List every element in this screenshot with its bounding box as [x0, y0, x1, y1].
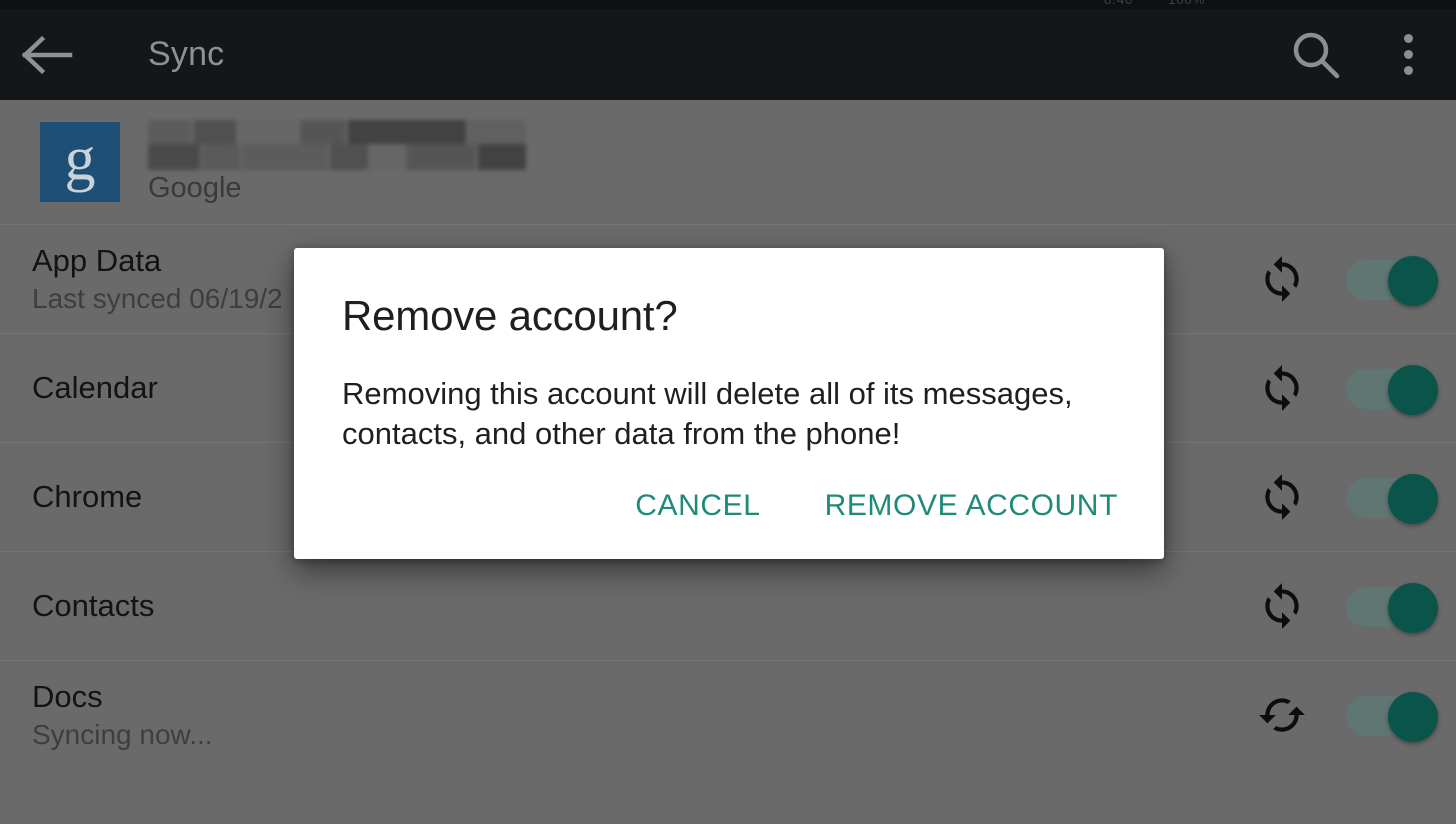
toggle-switch-on — [1346, 583, 1438, 633]
sync-toggle[interactable] — [1328, 256, 1456, 306]
sync-icon — [1265, 365, 1299, 411]
remove-account-button[interactable]: REMOVE ACCOUNT — [821, 483, 1122, 529]
sync-row-title: Docs — [32, 678, 103, 714]
account-provider-label: Google — [148, 171, 242, 204]
sync-now-button[interactable] — [1236, 690, 1328, 740]
page-title: Sync — [148, 35, 225, 73]
sync-now-button[interactable] — [1236, 472, 1328, 522]
dialog-actions: CANCEL REMOVE ACCOUNT — [294, 453, 1164, 559]
sync-icon — [1265, 583, 1299, 629]
more-vertical-icon — [1403, 34, 1413, 75]
toggle-switch-on — [1346, 256, 1438, 306]
cancel-button[interactable]: CANCEL — [631, 483, 764, 529]
sync-row-title: Contacts — [32, 587, 155, 623]
account-header[interactable]: g Google — [0, 100, 1456, 224]
sync-row-text: Contacts — [32, 587, 1236, 624]
account-text: Google — [148, 119, 526, 205]
search-button[interactable] — [1272, 9, 1360, 100]
dialog-message: Removing this account will delete all of… — [342, 376, 1073, 451]
toggle-switch-on — [1346, 474, 1438, 524]
status-bar-clock: 8:40 — [1104, 0, 1133, 7]
sync-icon — [1265, 474, 1299, 520]
toggle-thumb — [1388, 256, 1438, 306]
status-bar-battery: 100% — [1168, 0, 1205, 7]
remove-account-dialog: Remove account? Removing this account wi… — [294, 248, 1164, 560]
sync-now-button[interactable] — [1236, 254, 1328, 304]
toggle-switch-on — [1346, 365, 1438, 415]
arrow-left-icon — [22, 35, 73, 74]
overflow-menu-button[interactable] — [1360, 9, 1456, 100]
sync-now-button[interactable] — [1236, 363, 1328, 413]
sync-toggle[interactable] — [1328, 365, 1456, 415]
toggle-thumb — [1388, 583, 1438, 633]
sync-row[interactable]: Contacts — [0, 551, 1456, 660]
dialog-title: Remove account? — [342, 292, 678, 339]
sync-row[interactable]: Docs Syncing now... — [0, 660, 1456, 769]
sync-row-text: Docs Syncing now... — [32, 678, 1236, 750]
toggle-thumb — [1388, 474, 1438, 524]
sync-row-subtitle: Syncing now... — [32, 718, 213, 750]
sync-toggle[interactable] — [1328, 474, 1456, 524]
toggle-thumb — [1388, 692, 1438, 742]
sync-icon — [1265, 256, 1299, 302]
account-email-redacted — [148, 119, 526, 170]
google-logo-icon: g — [40, 122, 120, 202]
sync-toggle[interactable] — [1328, 583, 1456, 633]
toggle-switch-on — [1346, 692, 1438, 742]
sync-now-button[interactable] — [1236, 581, 1328, 631]
status-bar: 8:40 100% — [0, 0, 1456, 9]
app-bar: Sync — [0, 9, 1456, 100]
toggle-thumb — [1388, 365, 1438, 415]
search-icon — [1293, 32, 1340, 78]
back-button[interactable] — [0, 9, 96, 100]
phone-screen: 8:40 100% Sync g — [0, 0, 1456, 824]
sync-toggle[interactable] — [1328, 692, 1456, 742]
sync-icon — [1259, 698, 1305, 732]
